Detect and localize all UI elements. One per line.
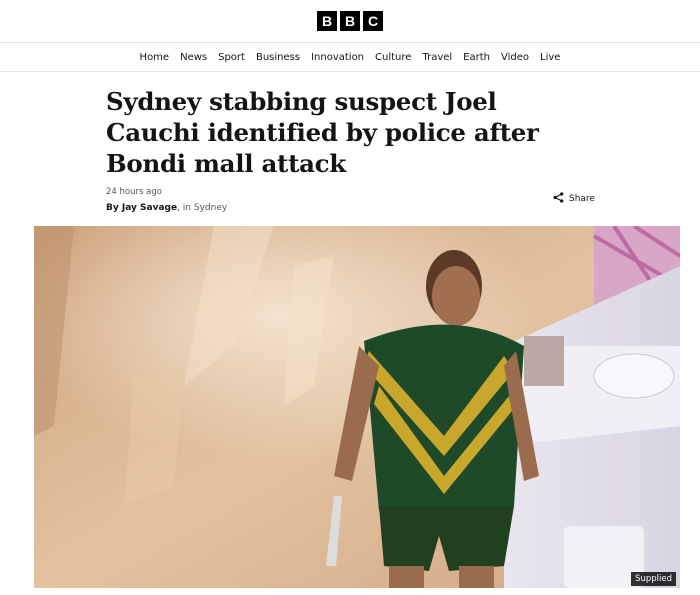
image-credit: Supplied: [631, 572, 676, 586]
bbc-logo-letter: B: [317, 11, 337, 31]
nav-item-culture[interactable]: Culture: [370, 52, 417, 63]
nav-item-home[interactable]: Home: [134, 52, 175, 63]
nav-item-travel[interactable]: Travel: [417, 52, 458, 63]
nav-item-innovation[interactable]: Innovation: [306, 52, 370, 63]
nav-item-business[interactable]: Business: [250, 52, 305, 63]
article-timestamp: 24 hours ago: [106, 187, 162, 197]
bbc-logo-letter: B: [340, 11, 360, 31]
nav-item-earth[interactable]: Earth: [458, 52, 496, 63]
article-meta: 24 hours ago By Jay Savage, in Sydney: [106, 187, 606, 213]
bbc-logo-letter: C: [363, 11, 383, 31]
nav-item-live[interactable]: Live: [535, 52, 566, 63]
article-byline: By Jay Savage, in Sydney: [106, 203, 228, 213]
byline-prefix: By: [106, 203, 122, 213]
share-icon: [553, 190, 564, 208]
nav-item-video[interactable]: Video: [496, 52, 535, 63]
hero-photo: [34, 226, 680, 588]
article-headline: Sydney stabbing suspect Joel Cauchi iden…: [106, 87, 539, 178]
nav-item-sport[interactable]: Sport: [213, 52, 251, 63]
main-nav: Home News Sport Business Innovation Cult…: [0, 42, 700, 72]
bbc-logo[interactable]: B B C: [317, 11, 383, 31]
author-link[interactable]: Jay Savage: [122, 203, 177, 213]
share-label: Share: [569, 194, 595, 204]
byline-location: in Sydney: [182, 203, 228, 213]
share-button[interactable]: Share: [553, 190, 595, 208]
masthead: B B C: [0, 0, 700, 42]
hero-image: Supplied: [34, 226, 680, 588]
nav-item-news[interactable]: News: [175, 52, 213, 63]
